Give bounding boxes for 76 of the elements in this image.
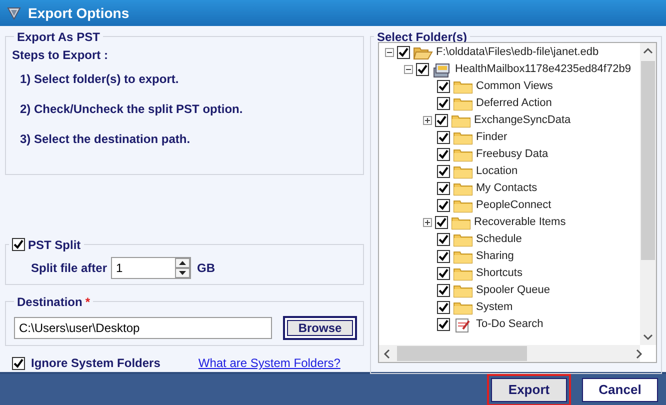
expand-icon[interactable] [423, 218, 432, 227]
app-logo-icon [6, 5, 22, 21]
unit-label: GB [197, 260, 215, 277]
field-label: Destination [17, 294, 82, 312]
folder-icon [453, 148, 473, 162]
browse-button[interactable]: Browse [283, 316, 357, 340]
cancel-button[interactable]: Cancel [582, 378, 658, 402]
tree-item-label[interactable]: Finder [476, 129, 508, 146]
step-text: 2) Check/Uncheck the split PST option. [19, 101, 244, 118]
checkbox[interactable] [437, 199, 450, 212]
folder-icon [451, 216, 471, 230]
store-folder-icon [413, 46, 433, 60]
checkbox[interactable] [437, 318, 450, 331]
tree-item-label[interactable]: F:\olddata\Files\edb-file\janet.edb [436, 44, 599, 61]
checkbox[interactable] [397, 46, 410, 59]
checkbox[interactable] [12, 356, 25, 370]
checkbox[interactable] [437, 131, 450, 144]
checkbox[interactable] [416, 63, 429, 76]
tree-item-label[interactable]: Shortcuts [476, 265, 522, 282]
tree-item-label[interactable]: HealthMailbox1178e4235ed84f72b9 [455, 61, 631, 78]
spinner-arrows-icon[interactable] [175, 258, 190, 278]
folder-icon [453, 96, 473, 110]
folder-icon [453, 300, 473, 314]
folder-icon [453, 80, 473, 94]
help-link[interactable]: What are System Folders? [198, 354, 340, 372]
tree-item-label[interactable]: Deferred Action [476, 95, 552, 112]
checkbox[interactable] [437, 97, 450, 110]
tree-item-label[interactable]: Sharing [476, 248, 514, 265]
tree-item-label[interactable]: Freebusy Data [476, 146, 548, 163]
checkbox[interactable] [437, 233, 450, 246]
expand-icon[interactable] [423, 116, 432, 125]
folder-icon [453, 284, 473, 298]
checkbox-label: Ignore System Folders [31, 355, 160, 372]
tree-item-label[interactable]: Spooler Queue [476, 282, 550, 299]
collapse-icon[interactable] [404, 65, 413, 74]
vertical-scrollbar[interactable] [640, 43, 656, 345]
folder-icon [451, 114, 471, 128]
folder-icon [453, 266, 473, 280]
checkbox[interactable] [435, 216, 448, 229]
folder-icon [453, 232, 473, 246]
folder-icon [453, 164, 473, 178]
checkbox[interactable] [437, 182, 450, 195]
steps-heading: Steps to Export : [12, 47, 110, 64]
size-spinner[interactable]: 1 [111, 256, 191, 279]
horizontal-scrollbar[interactable] [379, 345, 640, 362]
step-text: 3) Select the destination path. [19, 131, 192, 148]
window-title: Export Options [28, 4, 130, 23]
checkbox[interactable] [437, 148, 450, 161]
checkbox[interactable] [437, 80, 450, 93]
checkbox[interactable] [437, 301, 450, 314]
mailbox-icon [432, 62, 452, 78]
folder-icon [453, 250, 473, 264]
checkbox[interactable] [12, 238, 25, 252]
tree-item-label[interactable]: Location [476, 163, 518, 180]
checkbox[interactable] [437, 250, 450, 263]
checkbox[interactable] [437, 267, 450, 280]
tree-item-label[interactable]: Schedule [476, 231, 522, 248]
tree-item-label[interactable]: Common Views [476, 78, 553, 95]
collapse-icon[interactable] [385, 48, 394, 57]
tree-item-label[interactable]: My Contacts [476, 180, 538, 197]
folder-icon [453, 182, 473, 196]
folder-icon [453, 130, 473, 144]
split-label: Split file after [31, 260, 105, 277]
folder-icon [453, 198, 473, 212]
checkbox[interactable] [435, 114, 448, 127]
checkbox[interactable] [437, 165, 450, 178]
destination-field[interactable]: C:\Users\user\Desktop [14, 317, 272, 340]
checkbox-label: PST Split [28, 236, 81, 254]
tree-item-label[interactable]: PeopleConnect [476, 197, 552, 214]
tree-item-label[interactable]: ExchangeSyncData [474, 112, 571, 129]
required-mark: * [85, 294, 90, 312]
step-text: 1) Select folder(s) to export. [19, 71, 180, 88]
tree-item-label[interactable]: To-Do Search [476, 316, 544, 333]
checkbox[interactable] [437, 284, 450, 297]
tree-item-label[interactable]: System [476, 299, 513, 316]
tree-item-label[interactable]: Recoverable Items [474, 214, 566, 231]
